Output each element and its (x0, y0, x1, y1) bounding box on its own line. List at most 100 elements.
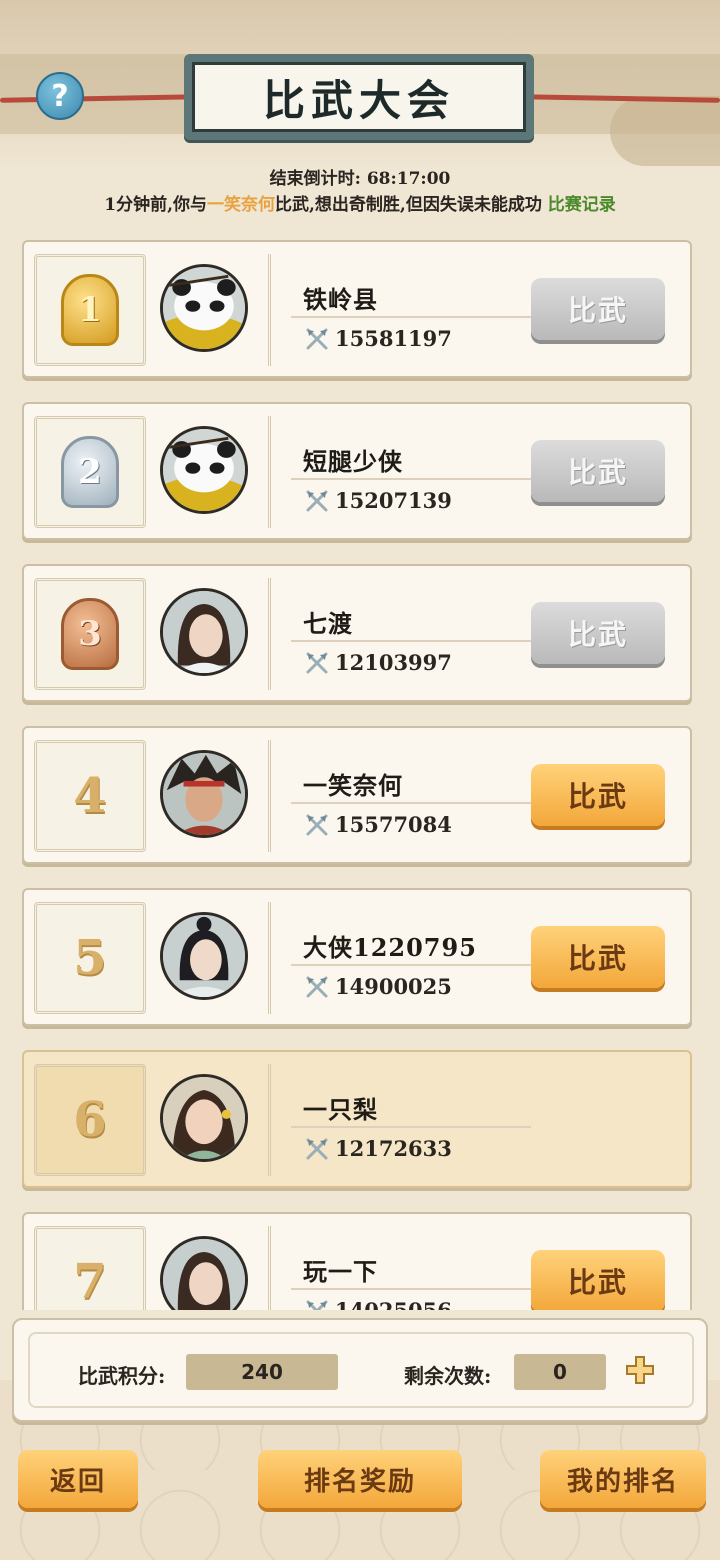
player-avatar[interactable] (160, 588, 248, 676)
help-button[interactable]: ? (36, 72, 84, 120)
notice-prefix: 1分钟前,你与 (104, 195, 207, 215)
player-name: 一只梨 (303, 1095, 378, 1124)
power-value: 14900025 (335, 974, 452, 999)
page-title: 比武大会 (192, 62, 526, 132)
crossed-swords-icon (306, 1300, 328, 1310)
combat-power: 12172633 (305, 1136, 452, 1161)
player-card: 2 短腿少侠 15207139 比武 (22, 402, 692, 540)
rank-number: 4 (73, 768, 107, 824)
rank-box: 7 (34, 1226, 146, 1310)
player-info: 短腿少侠 15207139 比武 (268, 416, 682, 528)
player-card: 4 一笑奈何 15577084 比武 (22, 726, 692, 864)
divider (291, 640, 531, 642)
silver-medal-icon: 2 (61, 436, 119, 508)
player-name: 七渡 (303, 609, 353, 638)
player-card: 6 一只梨 12172633 (22, 1050, 692, 1188)
stats-inner: 比武积分: 240 剩余次数: 0 (28, 1332, 694, 1408)
cloud-decoration (610, 96, 720, 166)
back-button[interactable]: 返回 (18, 1450, 138, 1508)
player-name: 一笑奈何 (303, 771, 403, 800)
rank-number: 3 (78, 614, 102, 654)
power-value: 12103997 (335, 650, 452, 675)
rank-box: 2 (34, 416, 146, 528)
combat-power: 12103997 (305, 650, 452, 675)
player-info: 玩一下 14025056 比武 (268, 1226, 682, 1310)
power-value: 15207139 (335, 488, 452, 513)
player-card: 5 大侠1220795 14900025 比武 (22, 888, 692, 1026)
gold-medal-icon: 1 (61, 274, 119, 346)
rank-box: 1 (34, 254, 146, 366)
challenge-button[interactable]: 比武 (531, 278, 665, 340)
bronze-medal-icon: 3 (61, 598, 119, 670)
rank-rewards-button[interactable]: 排名奖励 (258, 1450, 462, 1508)
rank-number: 1 (78, 290, 102, 330)
add-attempts-plus-icon[interactable] (624, 1354, 656, 1386)
player-info: 七渡 12103997 比武 (268, 578, 682, 690)
player-info: 大侠1220795 14900025 比武 (268, 902, 682, 1014)
power-value: 14025056 (335, 1298, 452, 1310)
stats-panel: 比武积分: 240 剩余次数: 0 (12, 1318, 708, 1422)
crossed-swords-icon (306, 1138, 328, 1159)
player-avatar[interactable] (160, 750, 248, 838)
rank-box: 4 (34, 740, 146, 852)
divider (291, 964, 531, 966)
player-avatar[interactable] (160, 264, 248, 352)
crossed-swords-icon (306, 652, 328, 673)
score-label: 比武积分: (78, 1364, 166, 1388)
crossed-swords-icon (306, 976, 328, 997)
player-info: 铁岭县 15581197 比武 (268, 254, 682, 366)
combat-power: 15577084 (305, 812, 452, 837)
rank-box: 5 (34, 902, 146, 1014)
crossed-swords-icon (306, 490, 328, 511)
divider (291, 802, 531, 804)
my-rank-button[interactable]: 我的排名 (540, 1450, 706, 1508)
notice-suffix: 比武,想出奇制胜,但因失误未能成功 (274, 195, 542, 215)
combat-power: 15581197 (305, 326, 452, 351)
divider (291, 316, 531, 318)
player-name: 玩一下 (303, 1257, 378, 1286)
player-info: 一笑奈何 15577084 比武 (268, 740, 682, 852)
player-name: 大侠1220795 (303, 933, 477, 962)
countdown-label: 结束倒计时: (269, 169, 361, 189)
divider (291, 1288, 531, 1290)
ranking-list[interactable]: 1 铁岭县 15581197 比武 2 短腿少侠 15207139 比武 3 七渡 12103997… (0, 232, 720, 1310)
power-value: 12172633 (335, 1136, 452, 1161)
challenge-button[interactable]: 比武 (531, 926, 665, 988)
score-value: 240 (186, 1354, 338, 1390)
crossed-swords-icon (306, 328, 328, 349)
power-value: 15581197 (335, 326, 452, 351)
countdown-value: 68:17:00 (366, 169, 451, 189)
crossed-swords-icon (306, 814, 328, 835)
remaining-value: 0 (514, 1354, 606, 1390)
question-mark-icon: ? (51, 78, 69, 114)
rank-number: 7 (73, 1254, 107, 1310)
rank-number: 2 (78, 452, 102, 492)
combat-power: 14900025 (305, 974, 452, 999)
rank-box: 6 (34, 1064, 146, 1176)
title-plaque: 比武大会 (184, 54, 534, 140)
remaining-label: 剩余次数: (404, 1364, 492, 1388)
match-record-link[interactable]: 比赛记录 (548, 195, 616, 215)
rank-number: 5 (73, 930, 107, 986)
notice-opponent-name: 一笑奈何 (206, 195, 275, 215)
challenge-button[interactable]: 比武 (531, 1250, 665, 1310)
rank-number: 6 (73, 1092, 107, 1148)
player-avatar[interactable] (160, 912, 248, 1000)
combat-power: 15207139 (305, 488, 452, 513)
power-value: 15577084 (335, 812, 452, 837)
countdown: 结束倒计时: 68:17:00 (0, 164, 720, 189)
challenge-button[interactable]: 比武 (531, 764, 665, 826)
player-avatar[interactable] (160, 426, 248, 514)
player-card: 1 铁岭县 15581197 比武 (22, 240, 692, 378)
player-name: 铁岭县 (303, 285, 378, 314)
player-avatar[interactable] (160, 1074, 248, 1162)
divider (291, 1126, 531, 1128)
challenge-button[interactable]: 比武 (531, 440, 665, 502)
player-name: 短腿少侠 (303, 447, 403, 476)
combat-power: 14025056 (305, 1298, 452, 1310)
player-avatar[interactable] (160, 1236, 248, 1310)
rank-box: 3 (34, 578, 146, 690)
divider (291, 478, 531, 480)
challenge-button[interactable]: 比武 (531, 602, 665, 664)
battle-notice: 1分钟前,你与一笑奈何比武,想出奇制胜,但因失误未能成功 比赛记录 (0, 190, 720, 215)
